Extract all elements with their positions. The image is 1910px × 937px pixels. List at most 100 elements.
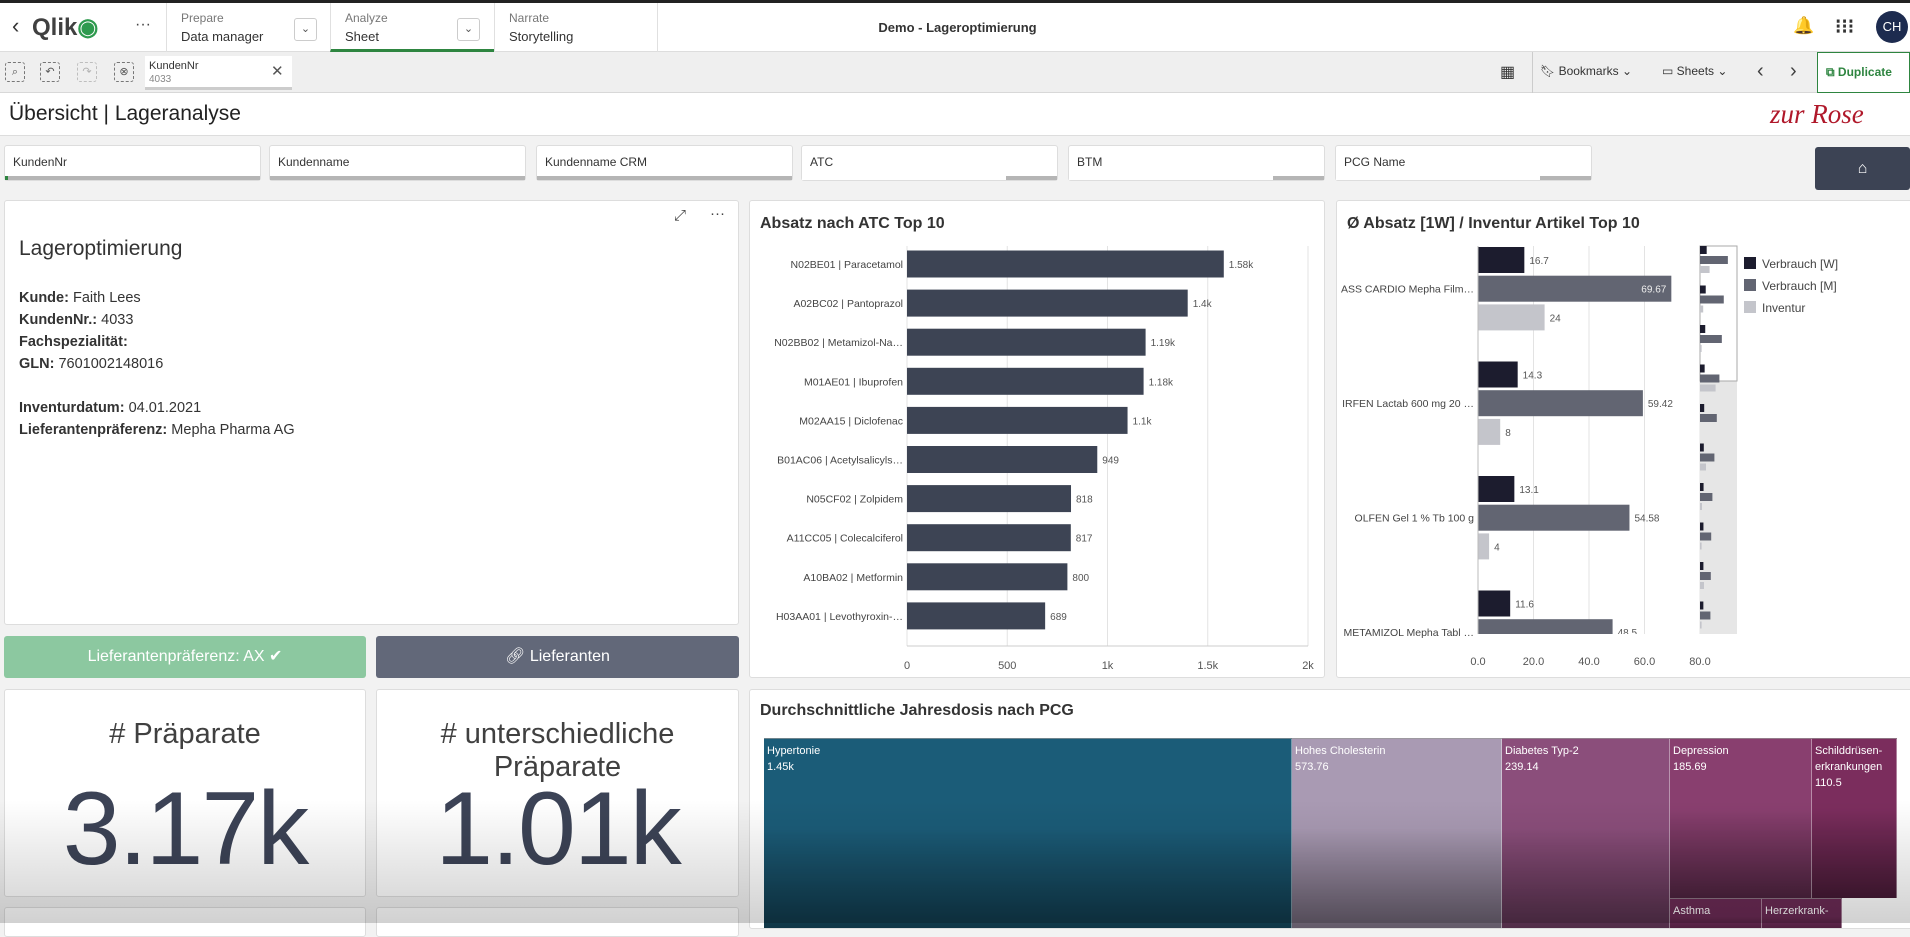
chart-absatz-atc[interactable]: Absatz nach ATC Top 10 0 500 1k 1.5k 2k 1.58k… <box>749 200 1325 678</box>
minimap-bar <box>1700 562 1704 570</box>
expand-icon[interactable]: ⤢ <box>674 207 686 224</box>
category-label: A11CC05 | Colecalciferol <box>787 533 903 545</box>
treemap-cell-value: 185.69 <box>1673 761 1707 773</box>
x-tick-label: 2k <box>1302 660 1314 672</box>
smart-search-icon[interactable]: ⌕ <box>5 62 25 82</box>
filter-kundennr[interactable]: KundenNr <box>4 145 261 181</box>
category-label: ASS CARDIO Mepha Film… <box>1341 284 1474 296</box>
notifications-bell-icon[interactable]: 🔔 <box>1793 16 1814 36</box>
category-label: METAMIZOL Mepha Tabl … <box>1343 627 1474 639</box>
data-label: 48.5 <box>1618 628 1638 639</box>
data-label: 818 <box>1076 495 1093 506</box>
suppliers-button[interactable]: 🔗︎ Lieferanten <box>376 636 739 678</box>
chart-absatz-inventur[interactable]: Ø Absatz [1W] / Inventur Artikel Top 10 … <box>1336 200 1910 678</box>
qlik-logo-mark-icon: ◉ <box>77 14 99 41</box>
more-menu-button[interactable]: ··· <box>135 16 151 34</box>
treemap-cell[interactable]: Schilddrüsen-erkrankungen 110.5 <box>1812 738 1897 898</box>
minimap-bar <box>1700 483 1704 491</box>
info-row: Lieferantenpräferenz: Mepha Pharma AG <box>19 419 295 441</box>
treemap-cell[interactable]: Depression 185.69 <box>1670 738 1812 898</box>
previous-sheet-chevron-left-icon[interactable]: ‹ <box>1757 60 1764 83</box>
bar <box>907 328 1146 356</box>
data-label: 817 <box>1076 534 1093 545</box>
filter-pcg-name[interactable]: PCG Name <box>1335 145 1592 181</box>
treemap-cell[interactable]: Hypertonie 1.45k <box>764 738 1292 928</box>
minimap-bar <box>1700 532 1712 541</box>
bar <box>907 602 1046 630</box>
treemap-cell-name: Schilddrüsen-erkrankungen <box>1815 745 1883 773</box>
category-label: OLFEN Gel 1 % Tb 100 g <box>1355 513 1475 525</box>
info-value: 04.01.2021 <box>128 400 202 416</box>
kpi-card-bottom-left <box>4 907 366 937</box>
treemap-cell-value: 1.45k <box>767 761 794 773</box>
step-forward-icon[interactable]: ↷ <box>77 62 97 82</box>
filter-kundenname[interactable]: Kundenname <box>269 145 526 181</box>
category-label: B01AC06 | Acetylsalicyls… <box>777 455 903 467</box>
category-label: M02AA15 | Diclofenac <box>799 415 903 427</box>
qlik-logo[interactable]: Qlik◉ <box>32 13 98 42</box>
data-label: 8 <box>1505 428 1511 439</box>
bar <box>907 446 1098 473</box>
minimap-bar <box>1700 404 1705 412</box>
filter-label: PCG Name <box>1344 155 1406 169</box>
data-label: 69.67 <box>1641 285 1666 296</box>
treemap-cell[interactable]: Diabetes Typ-2 239.14 <box>1502 738 1670 928</box>
filter-kundenname-crm[interactable]: Kundenname CRM <box>536 145 793 181</box>
filter-btm[interactable]: BTM <box>1068 145 1325 181</box>
x-tick-label: 40.0 <box>1578 656 1599 668</box>
object-menu-icon[interactable]: ··· <box>710 205 725 222</box>
bar <box>907 485 1072 513</box>
bookmarks-button[interactable]: 🔖︎ Bookmarks ⌄ <box>1540 64 1632 78</box>
data-label: 13.1 <box>1519 485 1539 496</box>
minimap-bar <box>1700 443 1704 452</box>
selections-tool-icon[interactable]: ▦ <box>1500 62 1515 82</box>
home-button[interactable]: ⌂ <box>1815 147 1910 190</box>
clear-selections-icon[interactable]: ⊗ <box>114 62 134 82</box>
treemap-cell-name: Asthma <box>1673 905 1711 917</box>
data-label: 59.42 <box>1648 399 1673 410</box>
home-icon: ⌂ <box>1857 160 1868 177</box>
bar <box>907 406 1128 434</box>
treemap-cell[interactable]: Hohes Cholesterin 573.76 <box>1292 738 1502 928</box>
clear-selection-close-icon[interactable]: ✕ <box>271 62 284 80</box>
info-value: 4033 <box>101 312 134 328</box>
x-tick-label: 80.0 <box>1689 656 1710 668</box>
data-label: 16.7 <box>1529 256 1549 267</box>
filter-label: ATC <box>810 155 834 169</box>
analyze-dropdown-chevron-icon[interactable]: ⌄ <box>457 18 480 41</box>
category-label: N05CF02 | Zolpidem <box>806 494 903 506</box>
data-label: 800 <box>1072 573 1089 584</box>
back-button[interactable]: ‹ <box>12 13 19 39</box>
chart-jahresdosis-pcg[interactable]: Durchschnittliche Jahresdosis nach PCG H… <box>749 689 1910 929</box>
filter-atc[interactable]: ATC <box>801 145 1058 181</box>
kpi-card-praeparate: # Präparate 3.17k <box>4 689 366 897</box>
treemap-cell[interactable]: Herzerkrank- <box>1762 898 1842 928</box>
treemap-cell[interactable]: Asthma <box>1670 898 1762 928</box>
sheets-button[interactable]: ▭ Sheets ⌄ <box>1662 64 1727 78</box>
filter-state-bar <box>537 176 792 180</box>
kpi-card-unterschiedliche-praeparate: # unterschiedliche Präparate 1.01k <box>376 689 739 897</box>
info-row: KundenNr.: 4033 <box>19 309 295 331</box>
user-avatar[interactable]: CH <box>1876 11 1908 43</box>
filter-label: Kundenname CRM <box>545 155 648 169</box>
apps-grid-icon[interactable]: ⁝⁝⁝ <box>1835 14 1854 39</box>
duplicate-button[interactable]: ⧉ Duplicate <box>1817 52 1910 93</box>
bar <box>1478 390 1643 417</box>
minimap-bar <box>1700 414 1717 422</box>
next-sheet-chevron-right-icon[interactable]: › <box>1790 60 1797 83</box>
nav-narrate[interactable]: Narrate Storytelling <box>494 3 658 52</box>
step-back-icon[interactable]: ↶ <box>40 62 60 82</box>
selection-value: 4033 <box>149 74 172 85</box>
treemap-cell-name: Diabetes Typ-2 <box>1505 745 1579 757</box>
treemap-cell-value: 239.14 <box>1505 761 1539 773</box>
info-row: Inventurdatum: 04.01.2021 <box>19 397 295 419</box>
bar <box>907 563 1068 591</box>
minimap-bar <box>1700 374 1720 383</box>
data-label: 1.1k <box>1133 416 1153 427</box>
prepare-dropdown-chevron-icon[interactable]: ⌄ <box>294 18 317 41</box>
info-row: GLN: 7601002148016 <box>19 353 295 375</box>
data-label: 949 <box>1102 456 1119 467</box>
filter-label: BTM <box>1077 155 1103 169</box>
supplier-preference-button[interactable]: Lieferantenpräferenz: AX ✔ <box>4 636 366 678</box>
selection-chip-kundennr[interactable]: KundenNr 4033 ✕ <box>145 56 292 90</box>
